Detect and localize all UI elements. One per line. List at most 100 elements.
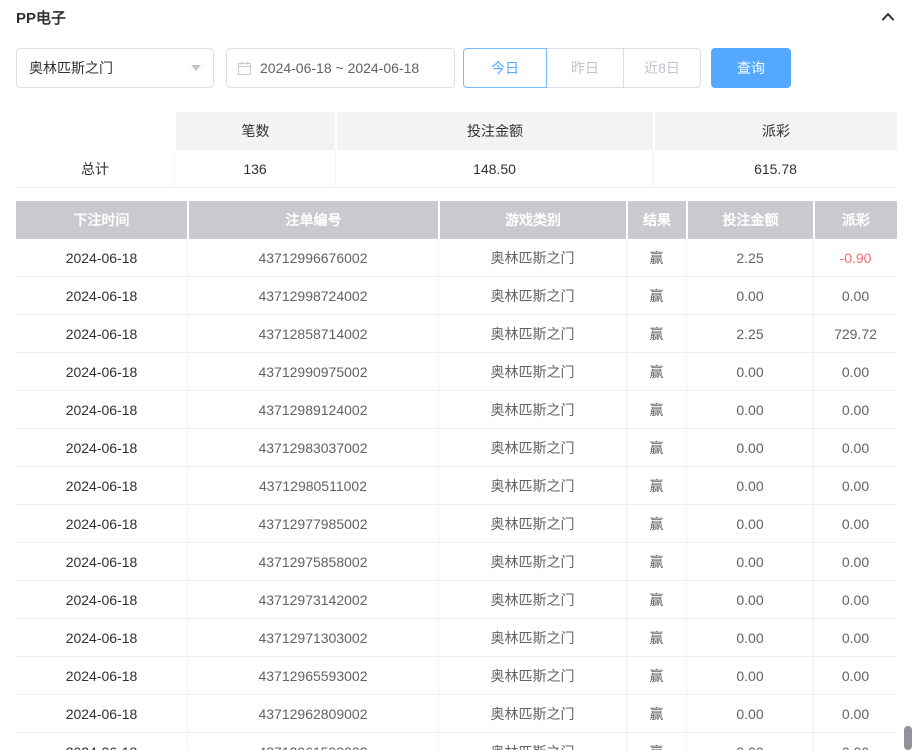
scrollbar-thumb[interactable]: [904, 726, 912, 750]
cell-payout: 0.00: [813, 657, 897, 695]
cell-bet-time: 2024-06-18: [16, 505, 187, 543]
table-row: 2024-06-18 43712990975002 奥林匹斯之门 赢 0.00 …: [16, 353, 897, 391]
chevron-down-icon: [191, 65, 201, 71]
cell-payout: 0.00: [813, 695, 897, 733]
cell-order-no: 43712983037002: [187, 429, 438, 467]
cell-bet-time: 2024-06-18: [16, 733, 187, 750]
cell-bet-time: 2024-06-18: [16, 581, 187, 619]
summary-total-row: 总计 136 148.50 615.78: [16, 150, 897, 188]
cell-order-no: 43712989124002: [187, 391, 438, 429]
cell-result: 赢: [626, 581, 686, 619]
pp-records-panel: PP电子 奥林匹斯之门 2024-06-18 ~ 2024-06-18 今日 昨…: [0, 0, 913, 750]
today-button[interactable]: 今日: [463, 48, 547, 88]
cell-result: 赢: [626, 543, 686, 581]
cell-order-no: 43712971303002: [187, 619, 438, 657]
table-row: 2024-06-18 43712983037002 奥林匹斯之门 赢 0.00 …: [16, 429, 897, 467]
table-row: 2024-06-18 43712962809002 奥林匹斯之门 赢 0.00 …: [16, 695, 897, 733]
records-table: 下注时间 注单编号 游戏类别 结果 投注金额 派彩 2024-06-18 437…: [16, 201, 897, 750]
cell-result: 赢: [626, 429, 686, 467]
cell-payout: 0.00: [813, 543, 897, 581]
table-row: 2024-06-18 43712973142002 奥林匹斯之门 赢 0.00 …: [16, 581, 897, 619]
cell-payout: 0.00: [813, 391, 897, 429]
yesterday-button[interactable]: 昨日: [546, 48, 624, 88]
cell-bet-amount: 0.00: [686, 733, 813, 750]
cell-bet-amount: 0.00: [686, 429, 813, 467]
cell-bet-amount: 0.00: [686, 619, 813, 657]
cell-game-type: 奥林匹斯之门: [438, 391, 626, 429]
cell-bet-time: 2024-06-18: [16, 391, 187, 429]
cell-result: 赢: [626, 733, 686, 750]
cell-bet-time: 2024-06-18: [16, 657, 187, 695]
cell-result: 赢: [626, 315, 686, 353]
cell-result: 赢: [626, 505, 686, 543]
cell-bet-amount: 2.25: [686, 315, 813, 353]
cell-bet-amount: 0.00: [686, 543, 813, 581]
table-row: 2024-06-18 43712998724002 奥林匹斯之门 赢 0.00 …: [16, 277, 897, 315]
cell-order-no: 43712961593002: [187, 733, 438, 750]
cell-payout: 0.00: [813, 505, 897, 543]
cell-game-type: 奥林匹斯之门: [438, 239, 626, 277]
query-button[interactable]: 查询: [711, 48, 791, 88]
table-row: 2024-06-18 43712961593002 奥林匹斯之门 赢 0.00 …: [16, 733, 897, 750]
col-header-payout: 派彩: [813, 201, 897, 239]
cell-bet-amount: 0.00: [686, 657, 813, 695]
date-range-value: 2024-06-18 ~ 2024-06-18: [260, 60, 419, 76]
cell-bet-time: 2024-06-18: [16, 353, 187, 391]
cell-bet-amount: 0.00: [686, 467, 813, 505]
cell-result: 赢: [626, 695, 686, 733]
summary-header-count: 笔数: [174, 112, 335, 150]
cell-order-no: 43712973142002: [187, 581, 438, 619]
cell-bet-time: 2024-06-18: [16, 277, 187, 315]
cell-order-no: 43712990975002: [187, 353, 438, 391]
cell-payout: 0.00: [813, 429, 897, 467]
cell-game-type: 奥林匹斯之门: [438, 581, 626, 619]
cell-bet-time: 2024-06-18: [16, 239, 187, 277]
table-row: 2024-06-18 43712858714002 奥林匹斯之门 赢 2.25 …: [16, 315, 897, 353]
cell-game-type: 奥林匹斯之门: [438, 353, 626, 391]
cell-payout: 0.00: [813, 619, 897, 657]
table-row: 2024-06-18 43712989124002 奥林匹斯之门 赢 0.00 …: [16, 391, 897, 429]
cell-bet-amount: 0.00: [686, 505, 813, 543]
game-select[interactable]: 奥林匹斯之门: [16, 48, 214, 88]
cell-result: 赢: [626, 239, 686, 277]
cell-payout: 729.72: [813, 315, 897, 353]
cell-bet-time: 2024-06-18: [16, 543, 187, 581]
cell-bet-time: 2024-06-18: [16, 619, 187, 657]
cell-payout: 0.00: [813, 277, 897, 315]
cell-result: 赢: [626, 277, 686, 315]
cell-game-type: 奥林匹斯之门: [438, 277, 626, 315]
collapse-button[interactable]: [879, 8, 897, 26]
cell-result: 赢: [626, 619, 686, 657]
col-header-bet-time: 下注时间: [16, 201, 187, 239]
panel-header: PP电子: [16, 8, 897, 26]
summary-total-bet: 148.50: [335, 150, 653, 188]
cell-game-type: 奥林匹斯之门: [438, 695, 626, 733]
cell-result: 赢: [626, 467, 686, 505]
cell-bet-amount: 0.00: [686, 277, 813, 315]
game-select-value: 奥林匹斯之门: [29, 58, 113, 78]
summary-header-blank: [16, 112, 174, 150]
summary-header-bet: 投注金额: [335, 112, 653, 150]
table-row: 2024-06-18 43712996676002 奥林匹斯之门 赢 2.25 …: [16, 239, 897, 277]
cell-order-no: 43712965593002: [187, 657, 438, 695]
col-header-result: 结果: [626, 201, 686, 239]
cell-order-no: 43712975858002: [187, 543, 438, 581]
last-8-days-button[interactable]: 近8日: [623, 48, 701, 88]
quick-range-group: 今日 昨日 近8日: [463, 48, 701, 88]
col-header-game-type: 游戏类别: [438, 201, 626, 239]
cell-bet-time: 2024-06-18: [16, 695, 187, 733]
table-row: 2024-06-18 43712971303002 奥林匹斯之门 赢 0.00 …: [16, 619, 897, 657]
summary-header-payout: 派彩: [653, 112, 897, 150]
table-row: 2024-06-18 43712977985002 奥林匹斯之门 赢 0.00 …: [16, 505, 897, 543]
records-body: 2024-06-18 43712996676002 奥林匹斯之门 赢 2.25 …: [16, 239, 897, 750]
cell-bet-time: 2024-06-18: [16, 467, 187, 505]
cell-order-no: 43712977985002: [187, 505, 438, 543]
summary-total-label: 总计: [16, 150, 174, 188]
date-range-input[interactable]: 2024-06-18 ~ 2024-06-18: [226, 48, 455, 88]
cell-game-type: 奥林匹斯之门: [438, 543, 626, 581]
summary-total-payout: 615.78: [653, 150, 897, 188]
cell-payout: 0.00: [813, 353, 897, 391]
page-title: PP电子: [16, 7, 66, 28]
cell-payout: 0.00: [813, 467, 897, 505]
cell-payout: 0.00: [813, 733, 897, 750]
